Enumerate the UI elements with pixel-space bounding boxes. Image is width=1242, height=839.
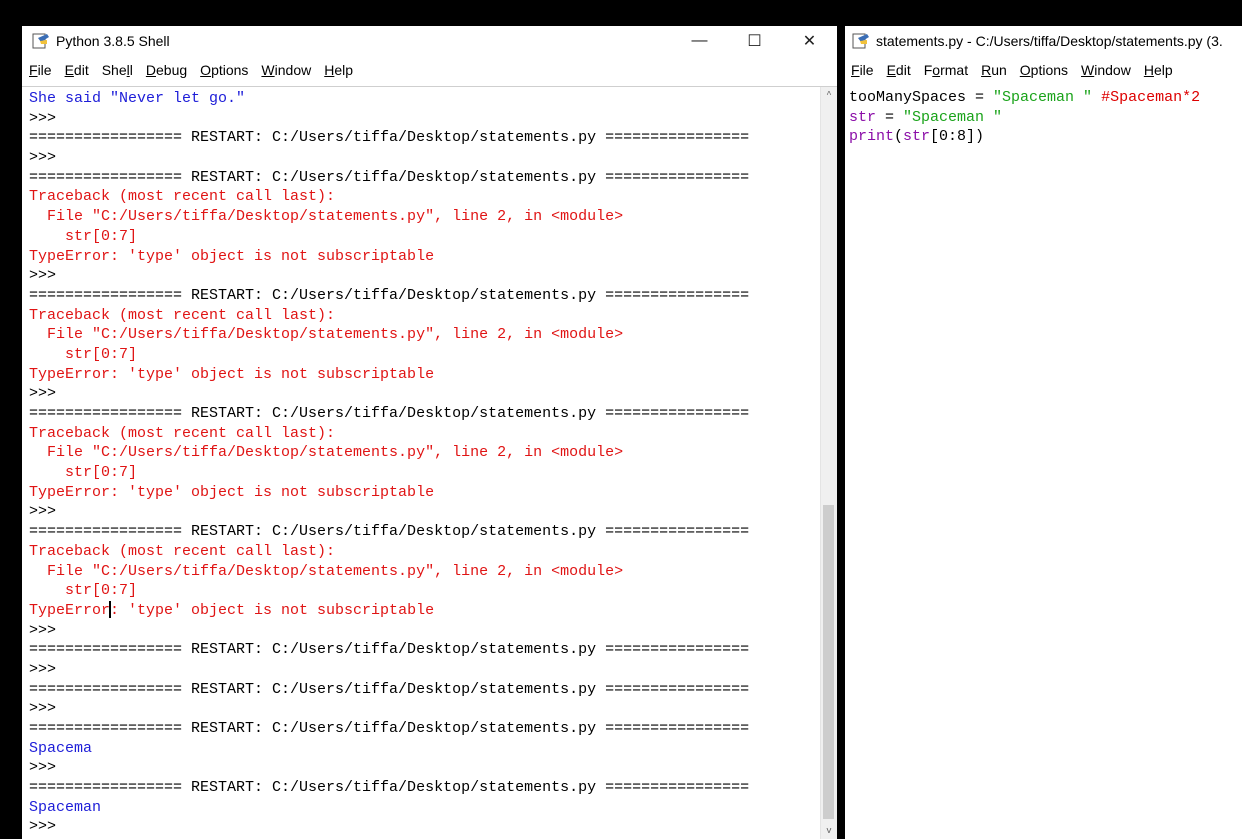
shell-line: ================= RESTART: C:/Users/tiff… bbox=[29, 168, 750, 186]
shell-line: >>> bbox=[29, 109, 57, 127]
shell-menu-edit[interactable]: Edit bbox=[65, 62, 89, 78]
shell-line: Spacema bbox=[29, 739, 93, 757]
shell-line: TypeError: 'type' object is not subscrip… bbox=[29, 601, 435, 619]
minimize-button[interactable]: — bbox=[672, 26, 727, 56]
python-shell-window: Python 3.8.5 Shell — ☐ ✕ File Edit Shell De… bbox=[22, 26, 837, 839]
shell-menu-file[interactable]: File bbox=[29, 62, 52, 78]
shell-line: >>> bbox=[29, 759, 57, 777]
shell-line: TypeError: 'type' object is not subscrip… bbox=[29, 247, 435, 265]
editor-code-line: print(str[0:8]) bbox=[849, 128, 985, 146]
shell-line: ================= RESTART: C:/Users/tiff… bbox=[29, 720, 750, 737]
shell-line: str[0:7] bbox=[29, 227, 138, 245]
editor-menu-run[interactable]: Run bbox=[981, 62, 1007, 78]
shell-line: Traceback (most recent call last): bbox=[29, 306, 336, 324]
shell-line: >>> bbox=[29, 149, 57, 167]
text-cursor bbox=[109, 601, 112, 619]
shell-line: File "C:/Users/tiffa/Desktop/statements.… bbox=[29, 326, 624, 344]
editor-window: statements.py - C:/Users/tiffa/Desktop/s… bbox=[845, 26, 1242, 839]
editor-code-line: str = "Spaceman " bbox=[849, 108, 1003, 126]
shell-line: Traceback (most recent call last): bbox=[29, 542, 336, 560]
shell-line: ================= RESTART: C:/Users/tiff… bbox=[29, 523, 750, 541]
shell-menu-bar: File Edit Shell Debug Options Window Help bbox=[22, 56, 837, 84]
shell-window-title: Python 3.8.5 Shell bbox=[56, 33, 170, 49]
shell-line: ================= RESTART: C:/Users/tiff… bbox=[29, 779, 750, 797]
close-button[interactable]: ✕ bbox=[782, 26, 837, 56]
shell-menu-debug[interactable]: Debug bbox=[146, 62, 187, 78]
shell-output-area[interactable]: She said "Never let go." >>> =============… bbox=[22, 86, 837, 839]
shell-line: str[0:7] bbox=[29, 345, 138, 363]
shell-title-bar[interactable]: Python 3.8.5 Shell — ☐ ✕ bbox=[22, 26, 837, 56]
editor-code-line: tooManySpaces = "Spaceman " #Spaceman*2 bbox=[849, 89, 1201, 106]
shell-menu-options[interactable]: Options bbox=[200, 62, 248, 78]
shell-menu-help[interactable]: Help bbox=[324, 62, 353, 78]
shell-line: >>> bbox=[29, 660, 57, 678]
scroll-thumb[interactable] bbox=[823, 505, 834, 819]
shell-line: ================= RESTART: C:/Users/tiff… bbox=[29, 680, 750, 698]
shell-line: TypeError: 'type' object is not subscrip… bbox=[29, 365, 435, 383]
shell-line: File "C:/Users/tiffa/Desktop/statements.… bbox=[29, 444, 624, 462]
maximize-button[interactable]: ☐ bbox=[727, 26, 782, 56]
scroll-up-arrow-icon[interactable]: ^ bbox=[821, 87, 837, 103]
shell-vertical-scrollbar[interactable]: ^ v bbox=[820, 87, 837, 839]
editor-menu-file[interactable]: File bbox=[851, 62, 874, 78]
shell-line: File "C:/Users/tiffa/Desktop/statements.… bbox=[29, 208, 624, 226]
shell-line: str[0:7] bbox=[29, 464, 138, 482]
shell-menu-window[interactable]: Window bbox=[261, 62, 311, 78]
editor-menu-format[interactable]: Format bbox=[924, 62, 968, 78]
editor-menu-bar: File Edit Format Run Options Window Help bbox=[845, 56, 1242, 84]
editor-menu-window[interactable]: Window bbox=[1081, 62, 1131, 78]
shell-line: >>> bbox=[29, 818, 57, 836]
editor-menu-help[interactable]: Help bbox=[1144, 62, 1173, 78]
shell-line: >>> bbox=[29, 700, 57, 718]
python-idle-icon bbox=[32, 33, 49, 49]
shell-line: File "C:/Users/tiffa/Desktop/statements.… bbox=[29, 562, 624, 580]
shell-line: Traceback (most recent call last): bbox=[29, 424, 336, 442]
editor-lines: tooManySpaces = "Spaceman " #Spaceman*2 s… bbox=[849, 88, 1242, 147]
editor-code-area[interactable]: tooManySpaces = "Spaceman " #Spaceman*2 s… bbox=[845, 86, 1242, 839]
shell-line: >>> bbox=[29, 621, 57, 639]
shell-line: Traceback (most recent call last): bbox=[29, 188, 336, 206]
shell-line: TypeError: 'type' object is not subscrip… bbox=[29, 483, 435, 501]
shell-lines: She said "Never let go." >>> =============… bbox=[29, 89, 819, 837]
shell-line: >>> bbox=[29, 385, 57, 403]
scroll-down-arrow-icon[interactable]: v bbox=[821, 823, 837, 839]
editor-window-title: statements.py - C:/Users/tiffa/Desktop/s… bbox=[876, 33, 1223, 49]
shell-line: Spaceman bbox=[29, 798, 102, 816]
shell-menu-shell[interactable]: Shell bbox=[102, 62, 133, 78]
editor-menu-edit[interactable]: Edit bbox=[887, 62, 911, 78]
python-idle-icon bbox=[852, 33, 869, 49]
shell-line: ================= RESTART: C:/Users/tiff… bbox=[29, 286, 750, 304]
shell-line: ================= RESTART: C:/Users/tiff… bbox=[29, 405, 750, 422]
shell-line: She said "Never let go." bbox=[29, 90, 246, 107]
shell-line: >>> bbox=[29, 267, 57, 285]
shell-line: ================= RESTART: C:/Users/tiff… bbox=[29, 641, 750, 659]
shell-line: ================= RESTART: C:/Users/tiff… bbox=[29, 129, 750, 147]
shell-line: str[0:7] bbox=[29, 582, 138, 600]
editor-menu-options[interactable]: Options bbox=[1020, 62, 1068, 78]
shell-line: >>> bbox=[29, 503, 57, 521]
editor-title-bar[interactable]: statements.py - C:/Users/tiffa/Desktop/s… bbox=[845, 26, 1242, 56]
